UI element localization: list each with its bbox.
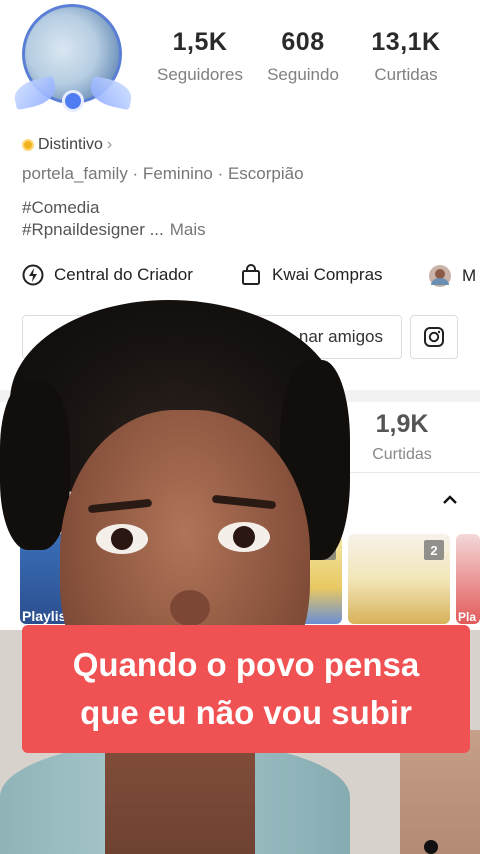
shortcut-label: Central do Criador <box>54 265 193 284</box>
badge-label: Distintivo <box>38 136 103 153</box>
stat-following[interactable]: 608 Seguindo <box>253 28 353 85</box>
reaction-video-overlay <box>0 300 350 854</box>
eye-right <box>218 522 270 552</box>
shortcut-creator-center[interactable]: Central do Criador <box>22 264 193 286</box>
caption-line: que eu não vou subir <box>80 694 412 731</box>
shortcut-label: Kwai Compras <box>272 265 383 284</box>
eye-left <box>96 524 148 554</box>
profile-info-line: portela_family · Feminino · Escorpião <box>22 164 304 183</box>
shortcut-kwai-shop[interactable]: Kwai Compras <box>240 264 383 286</box>
likes-label: Curtidas <box>372 446 432 463</box>
iris <box>233 526 255 548</box>
caption-line: Quando o povo pensa <box>72 646 420 683</box>
profile-tag[interactable]: #Comedia <box>22 198 100 218</box>
hair-side-left <box>0 380 70 550</box>
nose <box>170 590 210 626</box>
likes-count: 1,9K <box>375 410 429 438</box>
badge-row[interactable]: Distintivo › <box>22 136 112 154</box>
caption-text: Quando o povo pensa que eu não vou subir <box>22 641 470 737</box>
eyebrow-right <box>211 494 277 510</box>
badge-icon <box>22 139 34 151</box>
thumbnail-count: 2 <box>424 540 444 560</box>
chevron-up-icon[interactable] <box>440 490 460 510</box>
chevron-right-icon: › <box>106 136 113 153</box>
stat-followers[interactable]: 1,5K Seguidores <box>150 28 250 85</box>
eyebrow-left <box>87 498 153 514</box>
stat-label: Curtidas <box>374 65 438 84</box>
nav-indicator <box>424 840 438 854</box>
instagram-icon <box>423 326 445 348</box>
profile-tag[interactable]: #Rpnaildesigner ... <box>22 220 164 239</box>
stat-value: 1,5K <box>172 28 228 56</box>
shopping-bag-icon <box>240 264 262 286</box>
profile-tag-line: #Rpnaildesigner ... Mais <box>22 220 206 240</box>
shortcut-more[interactable]: M <box>428 264 476 288</box>
iris <box>111 528 133 550</box>
stat-label: Seguindo <box>267 65 339 84</box>
stat-label: Seguidores <box>156 65 243 84</box>
bolt-icon <box>22 264 44 286</box>
stat-value: 608 <box>281 28 325 56</box>
more-link[interactable]: Mais <box>170 220 206 239</box>
video-caption: Quando o povo pensa que eu não vou subir <box>22 625 470 753</box>
avatar-frame-wing-right <box>87 75 135 111</box>
avatar-frame-gem <box>62 90 84 112</box>
stat-value: 13,1K <box>371 28 441 56</box>
stat-likes[interactable]: 13,1K Curtidas <box>356 28 456 85</box>
avatar-frame-wing-left <box>11 75 59 111</box>
playlist-thumbnail[interactable]: 2 <box>348 534 450 624</box>
playlist-thumbnail[interactable]: Pla <box>456 534 480 624</box>
instagram-button[interactable] <box>410 315 458 359</box>
profile-avatar[interactable] <box>11 2 135 118</box>
shortcut-label: M <box>462 266 477 285</box>
playlist-label: Pla <box>458 610 477 624</box>
avatar-icon <box>428 264 452 288</box>
